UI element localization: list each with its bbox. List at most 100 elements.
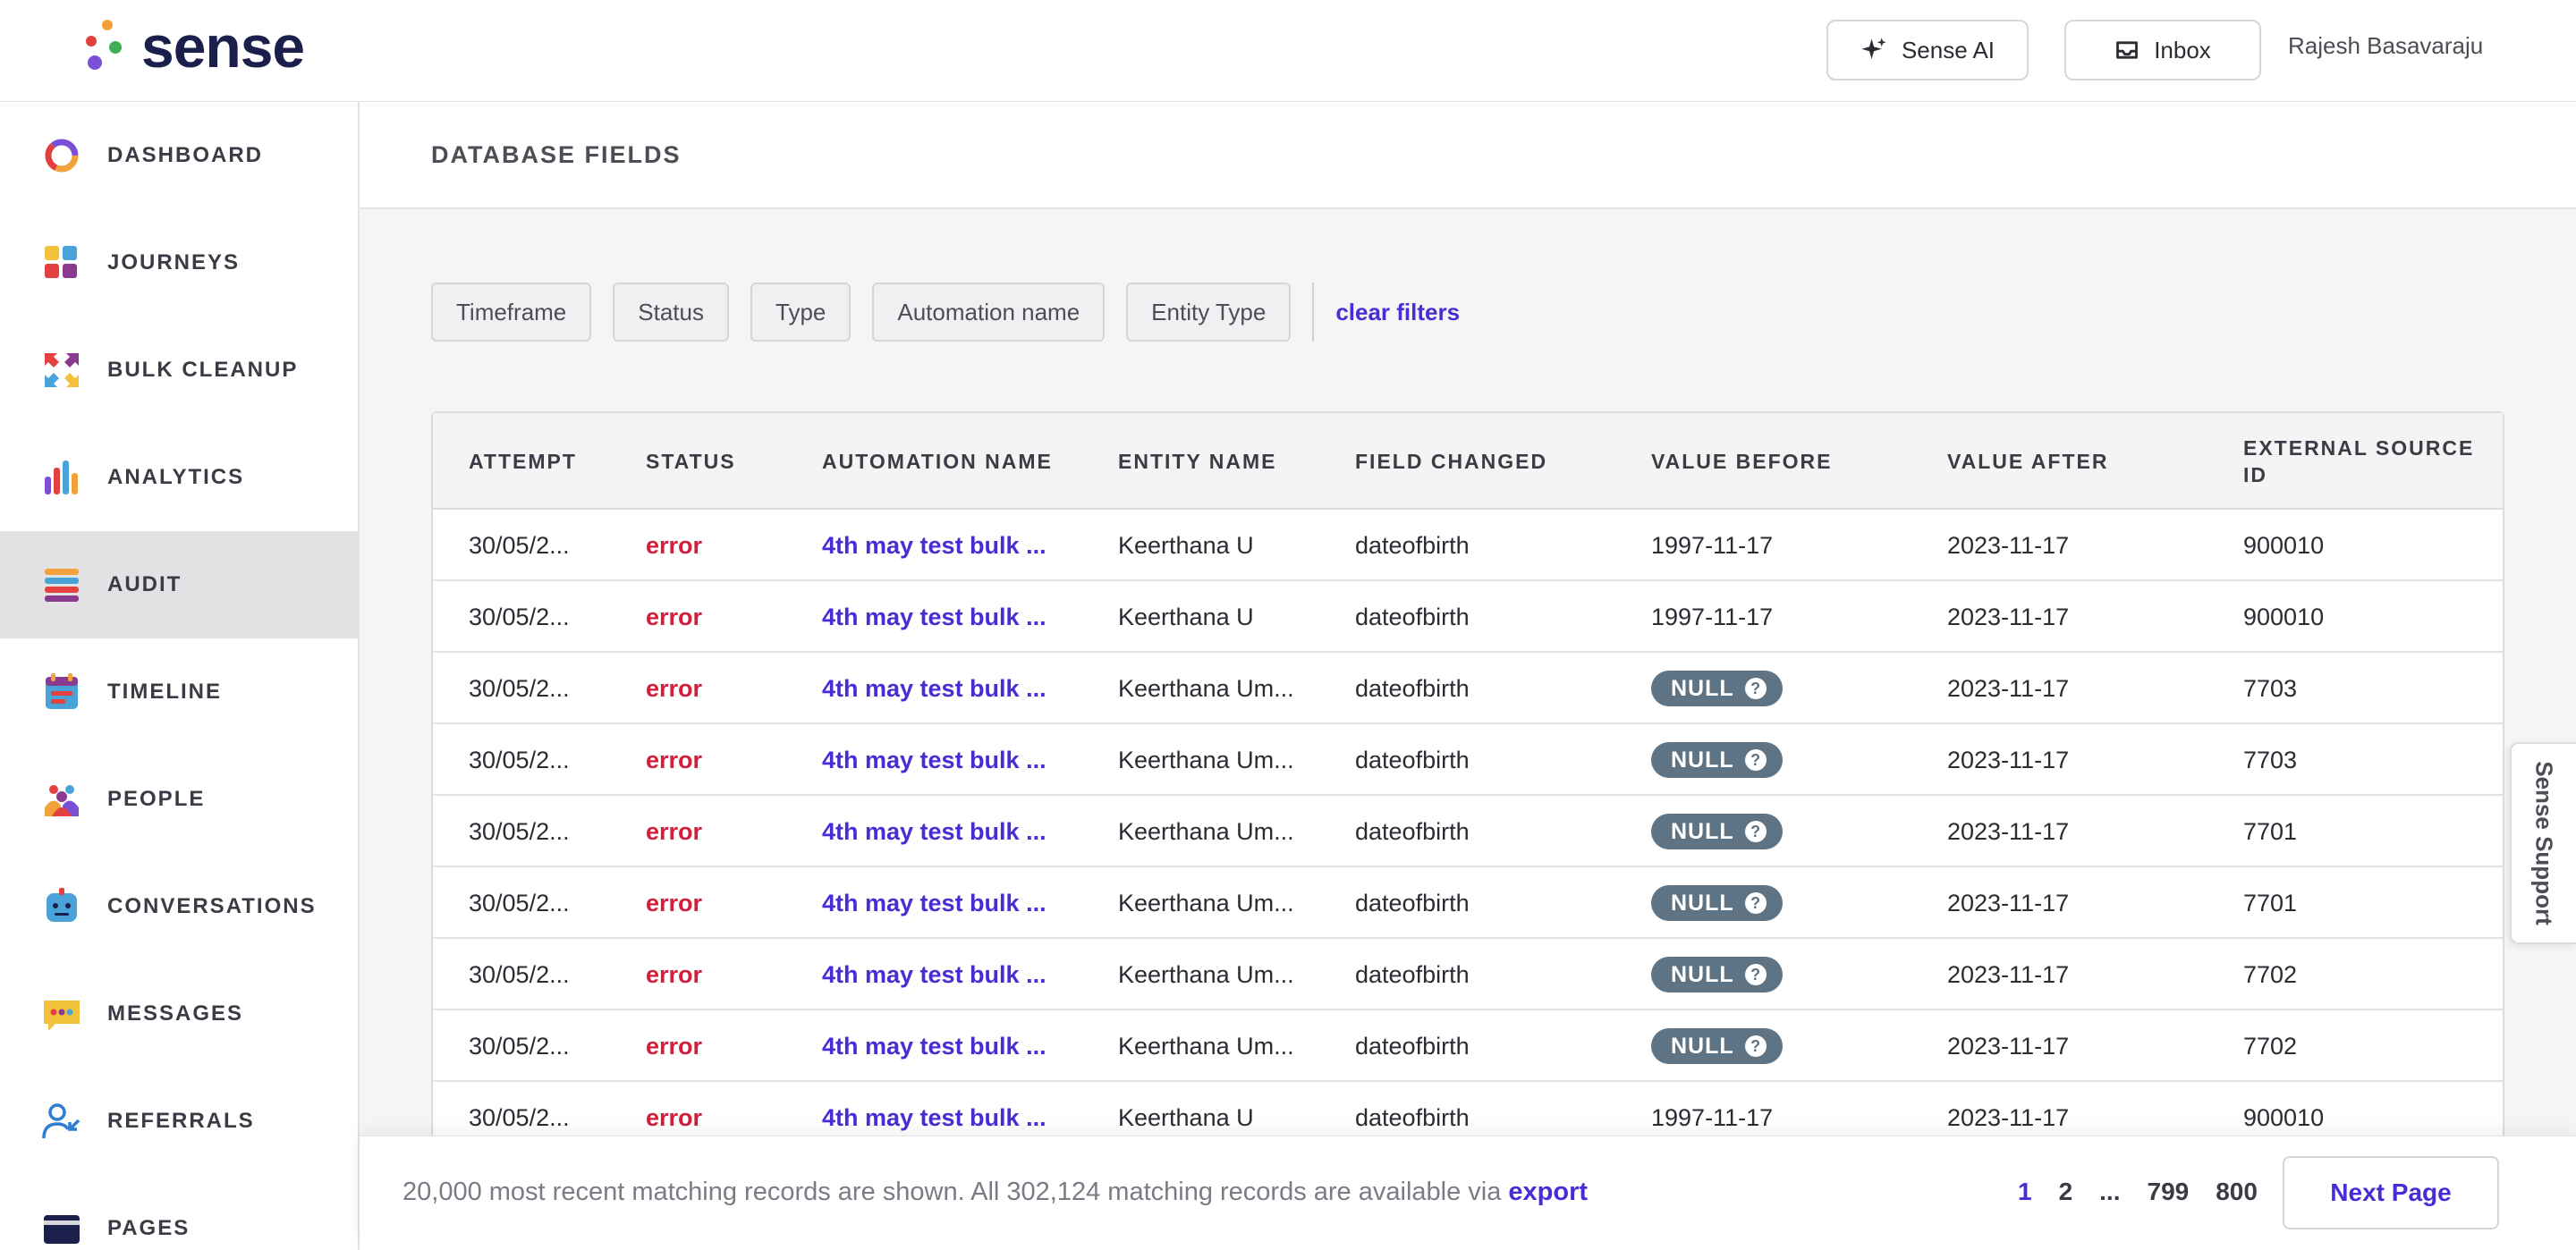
column-header-status[interactable]: STATUS xyxy=(646,413,807,510)
table-row[interactable]: 30/05/2... error 4th may test bulk ... Keer… xyxy=(433,939,2503,1010)
sidebar-item-conversations[interactable]: CONVERSATIONS xyxy=(0,853,358,960)
page-link-800[interactable]: 800 xyxy=(2216,1178,2258,1206)
sidebar-item-pages[interactable]: PAGES xyxy=(0,1175,358,1250)
cell-status: error xyxy=(646,531,703,559)
sidebar-item-audit[interactable]: AUDIT xyxy=(0,531,358,638)
sidebar-item-referrals[interactable]: REFERRALS xyxy=(0,1068,358,1175)
sidebar-item-bulk-cleanup[interactable]: BULK CLEANUP xyxy=(0,317,358,424)
inbox-icon xyxy=(2116,41,2139,59)
inbox-label: Inbox xyxy=(2154,36,2211,63)
cell-external-source-id: 7701 xyxy=(2243,889,2298,916)
sidebar-item-label: CONVERSATIONS xyxy=(107,894,317,918)
cell-automation-name[interactable]: 4th may test bulk ... xyxy=(822,1010,1046,1082)
sidebar-item-label: ANALYTICS xyxy=(107,465,245,489)
timeline-calendar-icon xyxy=(41,671,82,713)
filter-bar: Timeframe Status Type Automation name En… xyxy=(431,283,1460,342)
records-summary-text: 20,000 most recent matching records are … xyxy=(402,1178,1509,1206)
sidebar-item-dashboard[interactable]: DASHBOARD xyxy=(0,102,358,209)
column-header-value-after[interactable]: VALUE AFTER xyxy=(1947,413,2216,510)
filter-entity-type[interactable]: Entity Type xyxy=(1126,283,1292,342)
people-group-icon xyxy=(41,779,82,820)
table-row[interactable]: 30/05/2... error 4th may test bulk ... Keer… xyxy=(433,796,2503,867)
sidebar-item-people[interactable]: PEOPLE xyxy=(0,746,358,853)
cell-attempt: 30/05/2... xyxy=(469,674,570,702)
help-icon: ? xyxy=(1744,1035,1767,1057)
bulk-cleanup-arrows-icon xyxy=(41,350,82,391)
table-row[interactable]: 30/05/2... error 4th may test bulk ... Keer… xyxy=(433,867,2503,939)
cell-value-before: 1997-11-17 xyxy=(1651,603,1774,630)
sense-support-tab[interactable]: Sense Support xyxy=(2510,742,2576,944)
cell-attempt: 30/05/2... xyxy=(469,1032,570,1060)
null-label: NULL xyxy=(1671,961,1734,987)
null-label: NULL xyxy=(1671,890,1734,916)
page-link-799[interactable]: 799 xyxy=(2148,1178,2190,1206)
cell-value-after: 2023-11-17 xyxy=(1947,746,2070,773)
cell-automation-name[interactable]: 4th may test bulk ... xyxy=(822,796,1046,867)
column-header-external-source-id[interactable]: EXTERNAL SOURCE ID xyxy=(2243,413,2494,510)
user-name[interactable]: Rajesh Basavaraju xyxy=(2288,32,2483,60)
cell-automation-name[interactable]: 4th may test bulk ... xyxy=(822,653,1046,724)
cell-entity-name: Keerthana Um... xyxy=(1118,960,1294,988)
logo-text: sense xyxy=(141,13,305,80)
column-header-entity-name[interactable]: ENTITY NAME xyxy=(1118,413,1333,510)
cell-field-changed: dateofbirth xyxy=(1355,674,1470,702)
null-badge[interactable]: NULL? xyxy=(1651,814,1783,849)
null-label: NULL xyxy=(1671,1033,1734,1059)
help-icon: ? xyxy=(1744,749,1767,771)
help-icon: ? xyxy=(1744,821,1767,842)
inbox-button[interactable]: Inbox xyxy=(2064,20,2261,80)
conversations-bot-icon xyxy=(41,886,82,927)
table-row[interactable]: 30/05/2... error 4th may test bulk ... Keer… xyxy=(433,510,2503,581)
cell-value-before: NULL? xyxy=(1651,867,1783,939)
journeys-grid-icon xyxy=(41,242,82,283)
cell-automation-name[interactable]: 4th may test bulk ... xyxy=(822,867,1046,939)
cell-automation-name[interactable]: 4th may test bulk ... xyxy=(822,724,1046,796)
sparkle-icon xyxy=(1861,38,1886,59)
cell-entity-name: Keerthana U xyxy=(1118,531,1254,559)
sidebar-item-messages[interactable]: MESSAGES xyxy=(0,960,358,1068)
cell-external-source-id: 7702 xyxy=(2243,1032,2298,1060)
cell-value-after: 2023-11-17 xyxy=(1947,603,2070,630)
filter-timeframe[interactable]: Timeframe xyxy=(431,283,592,342)
table-row[interactable]: 30/05/2... error 4th may test bulk ... Keer… xyxy=(433,581,2503,653)
null-badge[interactable]: NULL? xyxy=(1651,742,1783,778)
cell-attempt: 30/05/2... xyxy=(469,889,570,916)
null-badge[interactable]: NULL? xyxy=(1651,885,1783,921)
main-content: DATABASE FIELDS Timeframe Status Type Au… xyxy=(360,102,2576,1250)
cell-entity-name: Keerthana U xyxy=(1118,603,1254,630)
null-badge[interactable]: NULL? xyxy=(1651,671,1783,706)
clear-filters-link[interactable]: clear filters xyxy=(1335,299,1460,326)
filter-type[interactable]: Type xyxy=(750,283,852,342)
null-badge[interactable]: NULL? xyxy=(1651,957,1783,992)
sidebar-item-label: TIMELINE xyxy=(107,680,222,704)
table-row[interactable]: 30/05/2... error 4th may test bulk ... Keer… xyxy=(433,1010,2503,1082)
sidebar-item-timeline[interactable]: TIMELINE xyxy=(0,638,358,746)
table-row[interactable]: 30/05/2... error 4th may test bulk ... Keer… xyxy=(433,653,2503,724)
sense-ai-button[interactable]: Sense AI xyxy=(1826,20,2029,80)
cell-entity-name: Keerthana Um... xyxy=(1118,1032,1294,1060)
cell-automation-name[interactable]: 4th may test bulk ... xyxy=(822,510,1046,581)
column-header-automation-name[interactable]: AUTOMATION NAME xyxy=(822,413,1090,510)
filter-status[interactable]: Status xyxy=(613,283,729,342)
cell-value-after: 2023-11-17 xyxy=(1947,531,2070,559)
null-badge[interactable]: NULL? xyxy=(1651,1028,1783,1064)
cell-status: error xyxy=(646,674,703,702)
cell-external-source-id: 900010 xyxy=(2243,603,2325,630)
cell-value-before: NULL? xyxy=(1651,724,1783,796)
page-link-2[interactable]: 2 xyxy=(2059,1178,2073,1206)
column-header-attempt[interactable]: ATTEMPT xyxy=(469,413,630,510)
sense-logo[interactable]: sense xyxy=(84,13,305,80)
column-header-value-before[interactable]: VALUE BEFORE xyxy=(1651,413,1919,510)
help-icon: ? xyxy=(1744,892,1767,914)
table-row[interactable]: 30/05/2... error 4th may test bulk ... Keer… xyxy=(433,724,2503,796)
cell-automation-name[interactable]: 4th may test bulk ... xyxy=(822,581,1046,653)
cell-automation-name[interactable]: 4th may test bulk ... xyxy=(822,939,1046,1010)
page-link-1[interactable]: 1 xyxy=(2018,1178,2032,1206)
column-header-field-changed[interactable]: FIELD CHANGED xyxy=(1355,413,1623,510)
sidebar-item-analytics[interactable]: ANALYTICS xyxy=(0,424,358,531)
cell-status: error xyxy=(646,817,703,845)
export-link[interactable]: export xyxy=(1508,1178,1588,1206)
sidebar-item-journeys[interactable]: JOURNEYS xyxy=(0,209,358,317)
next-page-button[interactable]: Next Page xyxy=(2283,1156,2499,1229)
filter-automation-name[interactable]: Automation name xyxy=(872,283,1106,342)
